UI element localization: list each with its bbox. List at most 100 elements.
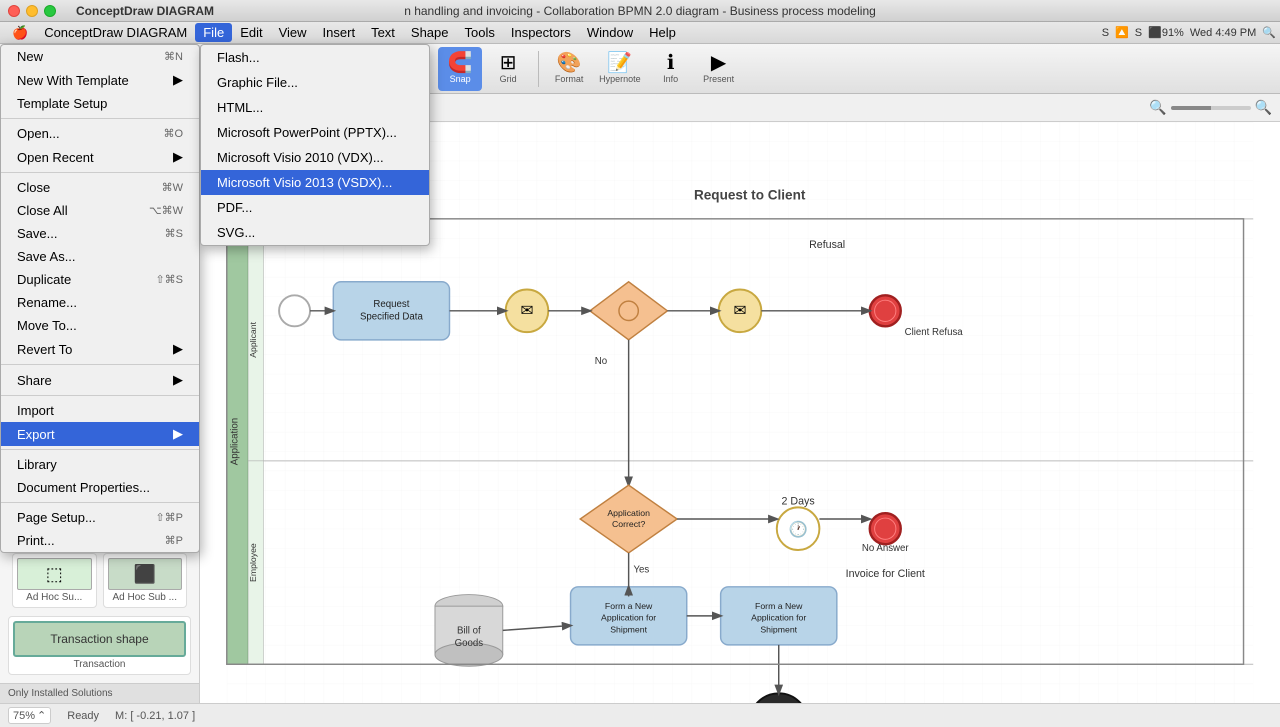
menu-shape[interactable]: Shape bbox=[403, 23, 457, 42]
menu-view[interactable]: View bbox=[271, 23, 315, 42]
svg-text:Application: Application bbox=[607, 508, 650, 518]
arrow-icon: ▶ bbox=[173, 72, 183, 88]
duplicate-shortcut: ⇧⌘S bbox=[155, 273, 183, 286]
menu-open[interactable]: Open... ⌘O bbox=[1, 122, 199, 145]
menu-tools[interactable]: Tools bbox=[457, 23, 503, 42]
close-window-button[interactable] bbox=[8, 5, 20, 17]
zoom-out-icon[interactable]: 🔍 bbox=[1149, 99, 1166, 116]
open-recent-arrow-icon: ▶ bbox=[173, 149, 183, 165]
adhoc-sub-icon: ⬛ bbox=[108, 558, 183, 590]
menu-help[interactable]: Help bbox=[641, 23, 684, 42]
battery-icon: ⬛91% bbox=[1148, 26, 1184, 39]
menu-duplicate[interactable]: Duplicate ⇧⌘S bbox=[1, 268, 199, 291]
svg-text:Bill of: Bill of bbox=[457, 625, 481, 636]
menu-open-recent[interactable]: Open Recent ▶ bbox=[1, 145, 199, 169]
menu-text[interactable]: Text bbox=[363, 23, 403, 42]
export-svg[interactable]: SVG... bbox=[201, 220, 429, 245]
menu-new-with-template[interactable]: New With Template ▶ bbox=[1, 68, 199, 92]
export-pdf[interactable]: PDF... bbox=[201, 195, 429, 220]
siri-icon: S bbox=[1102, 27, 1109, 39]
adhoc-items: ⬚ Ad Hoc Su... ⬛ Ad Hoc Sub ... bbox=[8, 553, 191, 608]
menubar-right-items: S 🔼 S ⬛91% Wed 4:49 PM 🔍 bbox=[1102, 26, 1276, 39]
svg-text:Application: Application bbox=[229, 418, 240, 465]
toolbar-hypernote[interactable]: 📝 Hypernote bbox=[595, 47, 645, 91]
menu-save[interactable]: Save... ⌘S bbox=[1, 222, 199, 245]
svg-text:Request: Request bbox=[373, 299, 409, 310]
export-html[interactable]: HTML... bbox=[201, 95, 429, 120]
toolbar-divider-3 bbox=[538, 51, 539, 87]
export-arrow-icon: ▶ bbox=[173, 426, 183, 442]
menu-insert[interactable]: Insert bbox=[315, 23, 364, 42]
window-controls[interactable] bbox=[8, 5, 56, 17]
svg-text:2 Days: 2 Days bbox=[782, 495, 815, 507]
svg-text:Goods: Goods bbox=[455, 638, 484, 649]
export-graphic-file[interactable]: Graphic File... bbox=[201, 70, 429, 95]
menu-rename[interactable]: Rename... bbox=[1, 291, 199, 314]
menu-print[interactable]: Print... ⌘P bbox=[1, 529, 199, 552]
toolbar-snap[interactable]: 🧲 Snap bbox=[438, 47, 482, 91]
installed-solutions-label: Only Installed Solutions bbox=[8, 688, 113, 699]
close-shortcut: ⌘W bbox=[162, 181, 183, 194]
menubar: 🍎 ConceptDraw DIAGRAM File Edit View Ins… bbox=[0, 22, 1280, 44]
statusbar: 75% ⌃ Ready M: [ -0.21, 1.07 ] bbox=[0, 703, 1280, 727]
svg-text:🕐: 🕐 bbox=[788, 520, 807, 539]
menu-save-as[interactable]: Save As... bbox=[1, 245, 199, 268]
titlebar: ConceptDraw DIAGRAM n handling and invoi… bbox=[0, 0, 1280, 22]
present-icon: ▶ bbox=[711, 53, 726, 73]
zoom-in-icon[interactable]: 🔍 bbox=[1255, 99, 1272, 116]
adhoc-su-icon: ⬚ bbox=[17, 558, 92, 590]
hypernote-label: Hypernote bbox=[599, 74, 641, 84]
search-menubar-icon[interactable]: 🔍 bbox=[1262, 26, 1276, 39]
hypernote-icon: 📝 bbox=[607, 53, 632, 73]
app-name: ConceptDraw DIAGRAM bbox=[76, 4, 214, 18]
lib-adhoc-su: ⬚ Ad Hoc Su... bbox=[12, 553, 97, 608]
export-powerpoint[interactable]: Microsoft PowerPoint (PPTX)... bbox=[201, 120, 429, 145]
export-visio-2013[interactable]: Microsoft Visio 2013 (VSDX)... bbox=[201, 170, 429, 195]
svg-text:✉: ✉ bbox=[734, 303, 747, 320]
menu-window[interactable]: Window bbox=[579, 23, 641, 42]
transaction-label: Transaction bbox=[13, 659, 186, 670]
menu-template-setup[interactable]: Template Setup bbox=[1, 92, 199, 115]
svg-text:Correct?: Correct? bbox=[612, 519, 646, 529]
export-flash[interactable]: Flash... bbox=[201, 45, 429, 70]
menu-file[interactable]: File bbox=[195, 23, 232, 42]
window-title: n handling and invoicing - Collaboration… bbox=[404, 4, 876, 18]
menu-page-setup[interactable]: Page Setup... ⇧⌘P bbox=[1, 506, 199, 529]
menu-inspectors[interactable]: Inspectors bbox=[503, 23, 579, 42]
menu-revert-to[interactable]: Revert To ▶ bbox=[1, 337, 199, 361]
save-shortcut: ⌘S bbox=[165, 227, 183, 240]
toolbar-format[interactable]: 🎨 Format bbox=[547, 47, 591, 91]
open-shortcut: ⌘O bbox=[163, 127, 183, 140]
svg-text:Refusal: Refusal bbox=[809, 239, 845, 251]
new-shortcut: ⌘N bbox=[164, 50, 183, 63]
menu-share[interactable]: Share ▶ bbox=[1, 368, 199, 392]
svg-text:Request to Client: Request to Client bbox=[694, 187, 806, 202]
menu-export[interactable]: Export ▶ bbox=[1, 422, 199, 446]
minimize-window-button[interactable] bbox=[26, 5, 38, 17]
toolbar-grid[interactable]: ⊞ Grid bbox=[486, 47, 530, 91]
menu-import[interactable]: Import bbox=[1, 399, 199, 422]
coordinates-text: M: [ -0.21, 1.07 ] bbox=[115, 710, 195, 722]
info-icon: ℹ bbox=[667, 53, 675, 73]
zoom-slider[interactable] bbox=[1171, 106, 1251, 110]
menu-apple[interactable]: 🍎 bbox=[4, 23, 36, 43]
menu-document-properties[interactable]: Document Properties... bbox=[1, 476, 199, 499]
toolbar-info[interactable]: ℹ Info bbox=[649, 47, 693, 91]
menu-conceptdraw[interactable]: ConceptDraw DIAGRAM bbox=[36, 23, 195, 42]
menu-new[interactable]: New ⌘N bbox=[1, 45, 199, 68]
export-visio-2010[interactable]: Microsoft Visio 2010 (VDX)... bbox=[201, 145, 429, 170]
svg-text:No Answer: No Answer bbox=[862, 543, 910, 554]
menu-edit[interactable]: Edit bbox=[232, 23, 270, 42]
menu-library[interactable]: Library bbox=[1, 453, 199, 476]
sidebar-footer: Only Installed Solutions bbox=[0, 683, 199, 703]
maximize-window-button[interactable] bbox=[44, 5, 56, 17]
svg-text:Application for: Application for bbox=[601, 613, 656, 623]
menu-close-all[interactable]: Close All ⌥⌘W bbox=[1, 199, 199, 222]
divider-2 bbox=[1, 172, 199, 173]
divider-1 bbox=[1, 118, 199, 119]
zoom-value: 75% bbox=[13, 710, 35, 722]
menu-move-to[interactable]: Move To... bbox=[1, 314, 199, 337]
toolbar-present[interactable]: ▶ Present bbox=[697, 47, 741, 91]
zoom-select[interactable]: 75% ⌃ bbox=[8, 707, 51, 724]
menu-close[interactable]: Close ⌘W bbox=[1, 176, 199, 199]
